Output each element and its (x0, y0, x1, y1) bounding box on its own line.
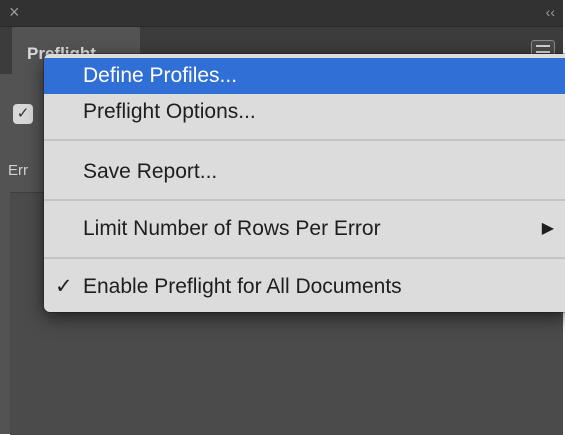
menu-separator (44, 257, 565, 259)
menu-item-define-profiles[interactable]: Define Profiles... (44, 58, 565, 94)
menu-item-label: Limit Number of Rows Per Error (83, 217, 381, 240)
menu-separator (44, 199, 565, 201)
menu-item-label: Preflight Options... (83, 100, 256, 123)
panel-titlebar: × ‹‹ (0, 0, 563, 27)
menu-item-label: Define Profiles... (83, 64, 238, 87)
collapse-icon[interactable]: ‹‹ (546, 4, 555, 20)
menu-item-label: Enable Preflight for All Documents (83, 275, 402, 298)
submenu-arrow-icon: ▶ (541, 220, 554, 237)
hamburger-icon (536, 45, 550, 47)
menu-item-enable-preflight[interactable]: ✓ Enable Preflight for All Documents (44, 269, 565, 305)
close-icon[interactable]: × (9, 2, 20, 22)
menu-item-limit-rows[interactable]: Limit Number of Rows Per Error ▶ (44, 211, 565, 247)
menu-item-preflight-options[interactable]: Preflight Options... (44, 94, 565, 130)
menu-item-label: Save Report... (83, 160, 218, 183)
menu-separator (44, 139, 565, 141)
menu-item-save-report[interactable]: Save Report... (44, 154, 565, 190)
preflight-on-checkbox[interactable]: ✓ (13, 104, 33, 124)
checkmark-icon: ✓ (55, 275, 73, 298)
error-label: Err (8, 162, 28, 179)
panel-flyout-menu: Define Profiles... Preflight Options... … (44, 54, 565, 312)
